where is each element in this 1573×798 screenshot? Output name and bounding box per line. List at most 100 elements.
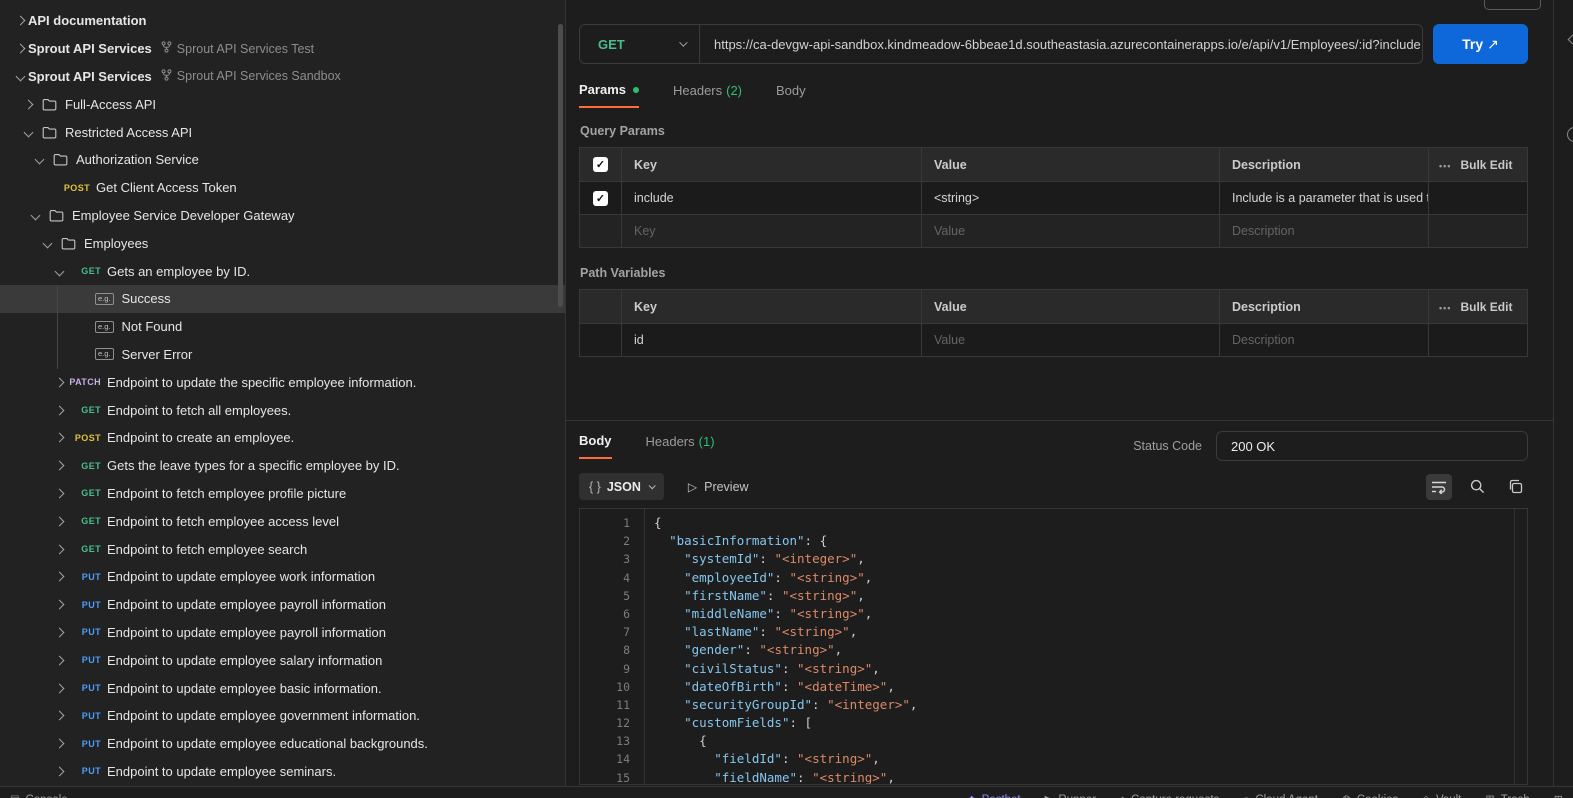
sidebar-item[interactable]: Sprout API ServicesSprout API Services S… bbox=[0, 63, 565, 91]
sidebar-item[interactable]: Not Found bbox=[0, 313, 565, 341]
word-wrap-icon[interactable] bbox=[1426, 474, 1452, 500]
chevron-down-icon[interactable] bbox=[51, 268, 67, 275]
row-checkbox[interactable] bbox=[593, 191, 608, 206]
statusbar-item-cloud-agent[interactable]: ○Cloud Agent bbox=[1243, 794, 1318, 798]
partial-circle-icon[interactable] bbox=[1567, 127, 1573, 142]
chevron-down-icon[interactable] bbox=[31, 156, 47, 163]
param-description-placeholder[interactable]: Description bbox=[1220, 215, 1429, 247]
sidebar-item[interactable]: Restricted Access API bbox=[0, 118, 565, 146]
sidebar-scrollbar[interactable] bbox=[558, 24, 563, 307]
response-body-editor[interactable]: 12345678910111213141516 { "basicInformat… bbox=[579, 508, 1528, 785]
sidebar-item[interactable]: POSTEndpoint to create an employee. bbox=[0, 424, 565, 452]
statusbar-item-capture-requests[interactable]: ↕Capture requests bbox=[1120, 794, 1219, 798]
chevron-right-icon[interactable] bbox=[51, 657, 67, 664]
statusbar-item-trash[interactable]: ▥Trash bbox=[1485, 794, 1529, 798]
chevron-right-icon[interactable] bbox=[51, 573, 67, 580]
sidebar-item[interactable]: Authorization Service bbox=[0, 146, 565, 174]
fork-label: Sprout API Services Sandbox bbox=[177, 69, 341, 83]
partial-top-button[interactable] bbox=[1484, 0, 1541, 10]
sidebar-item[interactable]: GETEndpoint to fetch employee profile pi… bbox=[0, 480, 565, 508]
status-code-select[interactable]: 200 OK bbox=[1216, 431, 1528, 461]
param-value-placeholder[interactable]: Value bbox=[922, 215, 1220, 247]
line-number: 7 bbox=[580, 623, 630, 641]
chevron-right-icon[interactable] bbox=[51, 601, 67, 608]
chevron-right-icon[interactable] bbox=[51, 379, 67, 386]
pathvar-value-placeholder[interactable]: Value bbox=[922, 324, 1220, 356]
sidebar-item[interactable]: Server Error bbox=[0, 341, 565, 369]
chevron-right-icon[interactable] bbox=[51, 740, 67, 747]
bulk-edit-button[interactable]: Bulk Edit bbox=[1429, 148, 1527, 181]
chevron-down-icon[interactable] bbox=[39, 240, 55, 247]
sidebar-item[interactable]: PUTEndpoint to update employee governmen… bbox=[0, 702, 565, 730]
param-key-placeholder[interactable]: Key bbox=[622, 215, 922, 247]
pathvar-key-cell[interactable]: id bbox=[622, 324, 922, 356]
preview-button[interactable]: Preview bbox=[688, 480, 749, 494]
sidebar-item[interactable]: PATCHEndpoint to update the specific emp… bbox=[0, 368, 565, 396]
sidebar-item[interactable]: PUTEndpoint to update employee payroll i… bbox=[0, 591, 565, 619]
sidebar-item[interactable]: PUTEndpoint to update employee salary in… bbox=[0, 646, 565, 674]
sidebar-item[interactable]: GETEndpoint to fetch employee access lev… bbox=[0, 507, 565, 535]
request-url-input[interactable]: https://ca-devgw-api-sandbox.kindmeadow-… bbox=[700, 25, 1422, 63]
statusbar-item-cookies[interactable]: ◍Cookies bbox=[1342, 794, 1398, 798]
chevron-right-icon[interactable] bbox=[51, 546, 67, 553]
sidebar-item[interactable]: GETEndpoint to fetch all employees. bbox=[0, 396, 565, 424]
format-select[interactable]: JSON bbox=[579, 473, 664, 500]
sidebar-item[interactable]: GETEndpoint to fetch employee search bbox=[0, 535, 565, 563]
tab-params[interactable]: Params bbox=[579, 82, 639, 108]
chevron-right-icon[interactable] bbox=[20, 101, 36, 108]
sidebar-item[interactable]: PUTEndpoint to update employee basic inf… bbox=[0, 674, 565, 702]
method-select[interactable]: GET bbox=[580, 25, 700, 63]
sidebar-item[interactable]: PUTEndpoint to update employee payroll i… bbox=[0, 619, 565, 647]
statusbar-item-postbot[interactable]: ◆Postbot bbox=[968, 794, 1021, 798]
table-row[interactable]: id Value Description bbox=[580, 323, 1527, 356]
copy-icon[interactable] bbox=[1502, 474, 1528, 500]
sidebar-item[interactable]: Employees bbox=[0, 229, 565, 257]
table-row[interactable]: include <string> Include is a parameter … bbox=[580, 181, 1527, 214]
chevron-right-icon[interactable] bbox=[51, 685, 67, 692]
bulk-edit-button[interactable]: Bulk Edit bbox=[1429, 290, 1527, 323]
sidebar-item[interactable]: PUTEndpoint to update employee work info… bbox=[0, 563, 565, 591]
tab-headers[interactable]: Headers (2) bbox=[673, 82, 742, 108]
chevron-down-icon[interactable] bbox=[12, 73, 28, 80]
param-key-cell[interactable]: include bbox=[622, 182, 922, 214]
collapse-chevron-icon[interactable] bbox=[1568, 35, 1573, 45]
sidebar-item[interactable]: Sprout API ServicesSprout API Services T… bbox=[0, 35, 565, 63]
sidebar-item[interactable]: Success bbox=[0, 285, 565, 313]
sidebar-item[interactable]: PUTEndpoint to update employee seminars. bbox=[0, 758, 565, 786]
sidebar-item[interactable]: API documentation bbox=[0, 7, 565, 35]
chevron-right-icon[interactable] bbox=[12, 45, 28, 52]
pathvar-description-placeholder[interactable]: Description bbox=[1220, 324, 1429, 356]
chevron-down-icon[interactable] bbox=[27, 212, 43, 219]
chevron-right-icon[interactable] bbox=[51, 629, 67, 636]
sidebar-item[interactable]: Full-Access API bbox=[0, 90, 565, 118]
chevron-right-icon[interactable] bbox=[51, 490, 67, 497]
sidebar-item[interactable]: POSTGet Client Access Token bbox=[0, 174, 565, 202]
chevron-right-icon[interactable] bbox=[51, 462, 67, 469]
sidebar-item[interactable]: GETGets an employee by ID. bbox=[0, 257, 565, 285]
sidebar-item[interactable]: GETGets the leave types for a specific e… bbox=[0, 452, 565, 480]
tab-response-body[interactable]: Body bbox=[579, 433, 612, 459]
try-button[interactable]: Try↗ bbox=[1433, 24, 1528, 64]
tab-response-headers[interactable]: Headers (1) bbox=[646, 434, 715, 458]
chevron-right-icon[interactable] bbox=[12, 17, 28, 24]
chevron-right-icon[interactable] bbox=[51, 768, 67, 775]
chevron-right-icon[interactable] bbox=[51, 434, 67, 441]
chevron-right-icon[interactable] bbox=[51, 712, 67, 719]
editor-scrollbar[interactable] bbox=[1514, 509, 1527, 784]
search-icon[interactable] bbox=[1464, 474, 1490, 500]
chevron-down-icon[interactable] bbox=[20, 129, 36, 136]
chevron-right-icon[interactable] bbox=[51, 518, 67, 525]
sidebar-item[interactable]: Employee Service Developer Gateway bbox=[0, 202, 565, 230]
param-value-cell[interactable]: <string> bbox=[922, 182, 1220, 214]
statusbar-item-console[interactable]: ▤Console bbox=[10, 794, 68, 798]
statusbar-item-vault[interactable]: ◇Vault bbox=[1422, 794, 1461, 798]
sidebar-item-label: Endpoint to fetch employee profile pictu… bbox=[107, 486, 346, 501]
table-row-empty[interactable]: Key Value Description bbox=[580, 214, 1527, 247]
sidebar-item[interactable]: PUTEndpoint to update employee education… bbox=[0, 730, 565, 758]
chevron-right-icon[interactable] bbox=[51, 407, 67, 414]
statusbar-item-runner[interactable]: ▶Runner bbox=[1045, 794, 1096, 798]
tab-body[interactable]: Body bbox=[776, 82, 806, 108]
select-all-checkbox[interactable] bbox=[593, 157, 608, 172]
param-description-cell[interactable]: Include is a parameter that is used to d… bbox=[1220, 182, 1429, 214]
grid-icon[interactable]: ⊞ bbox=[1554, 793, 1563, 798]
